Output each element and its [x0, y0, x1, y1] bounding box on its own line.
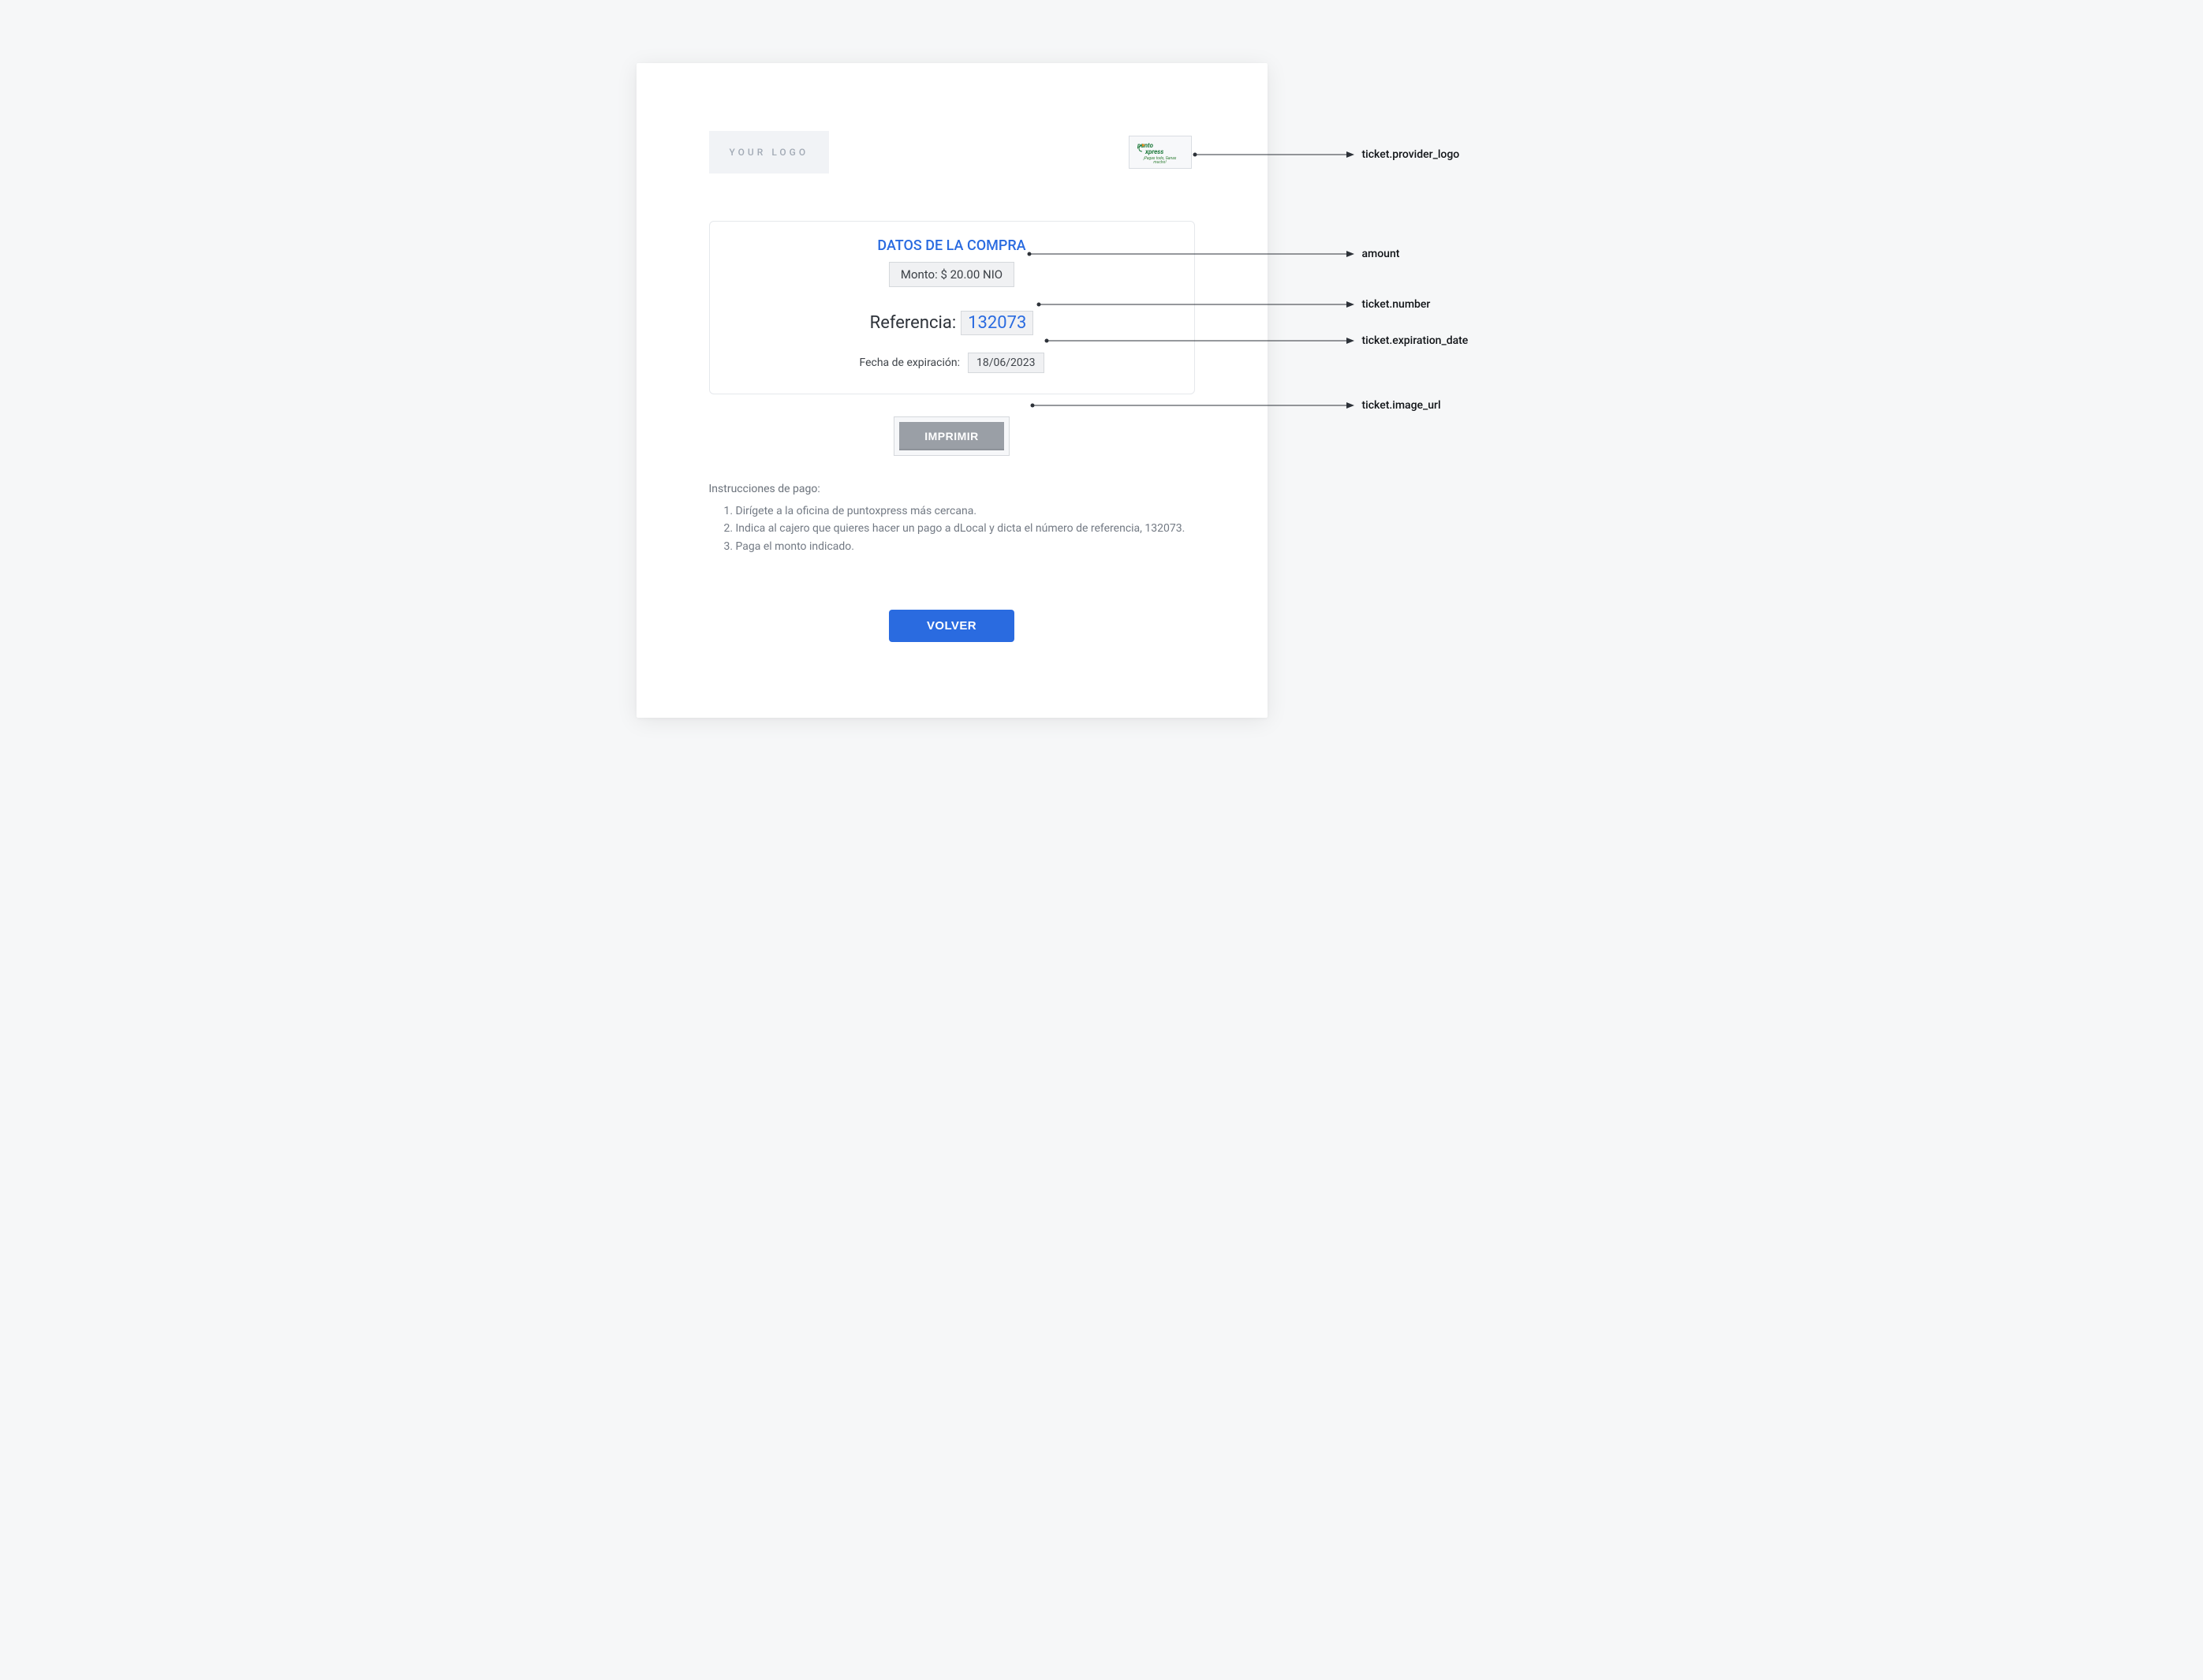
instruction-item: Paga el monto indicado.: [736, 539, 1195, 554]
puntoxpress-logo-icon: punto xpress: [1137, 141, 1185, 155]
instructions-list: Dirígete a la oficina de puntoxpress más…: [709, 503, 1195, 554]
ticket-card: YOUR LOGO punto xpress ¡Pagas todo, Gana…: [637, 63, 1268, 718]
svg-text:xpress: xpress: [1144, 148, 1163, 155]
annotation-number: ticket.number: [1362, 298, 1431, 311]
merchant-logo-placeholder: YOUR LOGO: [709, 131, 830, 174]
annotation-expiration: ticket.expiration_date: [1362, 334, 1469, 347]
expiration-row: Fecha de expiración: 18/06/2023: [734, 353, 1171, 373]
reference-row: Referencia: 132073: [734, 311, 1171, 335]
reference-number: 132073: [961, 311, 1033, 335]
annotation-amount: amount: [1362, 248, 1400, 260]
back-button[interactable]: VOLVER: [889, 610, 1014, 642]
annotation-image-url: ticket.image_url: [1362, 399, 1441, 412]
instruction-item: Dirígete a la oficina de puntoxpress más…: [736, 503, 1195, 519]
purchase-data-box: DATOS DE LA COMPRA Monto: $ 20.00 NIO Re…: [709, 221, 1195, 394]
merchant-logo-text: YOUR LOGO: [730, 147, 809, 158]
annotation-provider-logo: ticket.provider_logo: [1362, 148, 1460, 161]
header-row: YOUR LOGO punto xpress ¡Pagas todo, Gana…: [709, 131, 1195, 174]
purchase-title: DATOS DE LA COMPRA: [734, 237, 1171, 254]
expiration-date: 18/06/2023: [968, 353, 1044, 373]
amount-value: Monto: $ 20.00 NIO: [889, 262, 1014, 287]
instruction-item: Indica al cajero que quieres hacer un pa…: [736, 521, 1195, 536]
print-section: IMPRIMIR: [709, 416, 1195, 456]
expiration-label: Fecha de expiración:: [860, 357, 961, 369]
provider-logo-tagline: ¡Pagas todo, Ganas mucho!: [1137, 157, 1183, 165]
instructions-title: Instrucciones de pago:: [709, 483, 1195, 495]
print-button[interactable]: IMPRIMIR: [899, 422, 1004, 450]
print-button-frame: IMPRIMIR: [894, 416, 1010, 456]
reference-label: Referencia:: [870, 313, 957, 333]
provider-logo: punto xpress ¡Pagas todo, Ganas mucho!: [1129, 136, 1192, 169]
back-section: VOLVER: [709, 610, 1195, 642]
